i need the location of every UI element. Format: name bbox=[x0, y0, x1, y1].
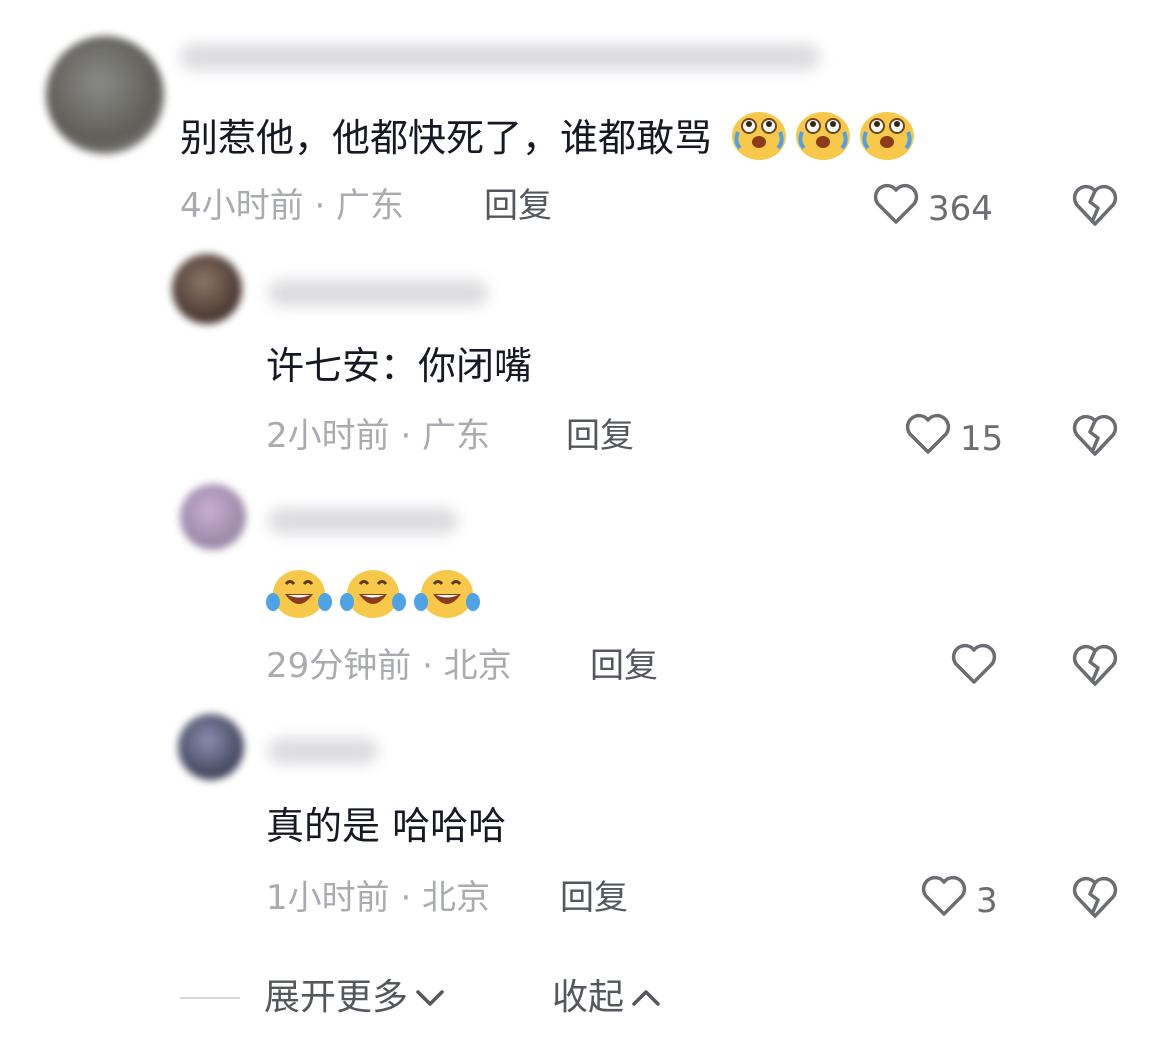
crying-face-emoji bbox=[730, 108, 788, 173]
crying-face-emoji bbox=[858, 108, 916, 173]
like-button[interactable]: 3 bbox=[920, 874, 998, 927]
broken-heart-icon bbox=[1070, 876, 1120, 924]
heart-icon bbox=[950, 642, 998, 695]
like-button[interactable]: 15 bbox=[904, 412, 1003, 465]
broken-heart-icon bbox=[1070, 414, 1120, 462]
dislike-button[interactable] bbox=[1070, 874, 1120, 924]
comment-body: 别惹他，他都快死了，谁都敢骂 bbox=[180, 116, 713, 160]
like-button[interactable] bbox=[950, 642, 1006, 695]
username-blurred[interactable] bbox=[268, 280, 488, 306]
comment-text: 许七安：你闭嘴 bbox=[266, 344, 533, 388]
username-blurred[interactable] bbox=[180, 44, 820, 70]
reply-button[interactable]: 回复 bbox=[590, 646, 658, 686]
collapse-button[interactable]: 收起 bbox=[552, 976, 662, 1020]
comment-text: 真的是 哈哈哈 bbox=[266, 804, 507, 848]
chevron-down-icon bbox=[414, 976, 446, 1020]
username-blurred[interactable] bbox=[268, 508, 458, 534]
like-count: 15 bbox=[960, 418, 1004, 459]
reply-button[interactable]: 回复 bbox=[484, 186, 552, 226]
comment-text: 别惹他，他都快死了，谁都敢骂 bbox=[180, 108, 916, 173]
heart-icon bbox=[904, 412, 952, 465]
reply-button[interactable]: 回复 bbox=[566, 416, 634, 456]
dislike-button[interactable] bbox=[1070, 182, 1120, 232]
dislike-button[interactable] bbox=[1070, 642, 1120, 692]
avatar[interactable] bbox=[46, 36, 164, 154]
laughing-face-emoji bbox=[266, 566, 332, 631]
comment-time-location: 4小时前 · 广东 bbox=[180, 186, 405, 226]
heart-icon bbox=[872, 182, 920, 235]
like-count: 3 bbox=[976, 880, 998, 921]
collapse-label: 收起 bbox=[552, 977, 625, 1018]
expand-more-button[interactable]: 展开更多 bbox=[264, 976, 446, 1020]
heart-icon bbox=[920, 874, 968, 927]
avatar[interactable] bbox=[180, 484, 246, 550]
laughing-face-emoji bbox=[340, 566, 406, 631]
broken-heart-icon bbox=[1070, 184, 1120, 232]
laughing-face-emoji bbox=[414, 566, 480, 631]
expand-more-label: 展开更多 bbox=[264, 977, 409, 1018]
avatar[interactable] bbox=[178, 714, 244, 780]
broken-heart-icon bbox=[1070, 644, 1120, 692]
avatar[interactable] bbox=[172, 254, 242, 324]
comment-text bbox=[266, 566, 480, 631]
crying-face-emoji bbox=[794, 108, 852, 173]
reply-button[interactable]: 回复 bbox=[560, 878, 628, 918]
divider-line bbox=[180, 997, 240, 999]
comment-time-location: 29分钟前 · 北京 bbox=[266, 646, 512, 686]
chevron-up-icon bbox=[630, 976, 662, 1020]
comment-time-location: 2小时前 · 广东 bbox=[266, 416, 491, 456]
like-count: 364 bbox=[928, 188, 993, 229]
like-button[interactable]: 364 bbox=[872, 182, 993, 235]
username-blurred[interactable] bbox=[268, 738, 378, 764]
comment-time-location: 1小时前 · 北京 bbox=[266, 878, 491, 918]
dislike-button[interactable] bbox=[1070, 412, 1120, 462]
